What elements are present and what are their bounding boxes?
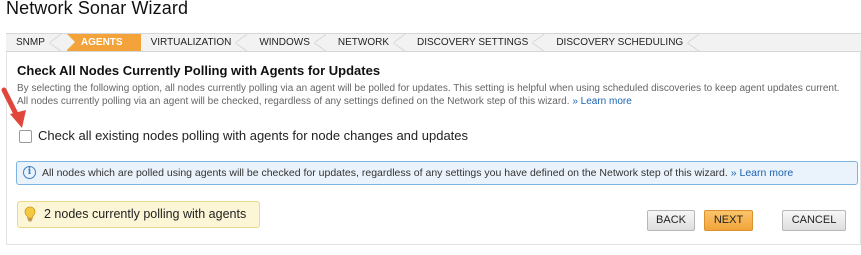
info-learn-more-link[interactable]: » Learn more: [731, 167, 793, 179]
step-virtualization[interactable]: VIRTUALIZATION: [141, 34, 250, 51]
step-discovery-settings[interactable]: DISCOVERY SETTINGS: [407, 34, 546, 51]
info-icon: i: [23, 166, 36, 179]
lightbulb-icon: [24, 206, 36, 222]
info-text: All nodes which are polled using agents …: [42, 167, 728, 179]
section-description: By selecting the following option, all n…: [17, 82, 847, 108]
cancel-button[interactable]: CANCEL: [782, 210, 846, 231]
section-heading: Check All Nodes Currently Polling with A…: [17, 63, 381, 78]
agents-update-checkbox[interactable]: [19, 130, 32, 143]
step-windows[interactable]: WINDOWS: [249, 34, 328, 51]
step-network[interactable]: NETWORK: [328, 34, 407, 51]
nodes-status-text: 2 nodes currently polling with agents: [44, 207, 247, 221]
info-banner: i All nodes which are polled using agent…: [16, 161, 858, 185]
step-discovery-scheduling[interactable]: DISCOVERY SCHEDULING: [546, 34, 701, 51]
checkbox-label[interactable]: Check all existing nodes polling with ag…: [38, 128, 468, 143]
nodes-status-box: 2 nodes currently polling with agents: [17, 201, 260, 228]
red-arrow-annotation-icon: [1, 87, 26, 128]
description-text: By selecting the following option, all n…: [17, 83, 840, 107]
wizard-steps: SNMP AGENTS VIRTUALIZATION WINDOWS NETWO…: [6, 33, 861, 52]
back-button[interactable]: BACK: [647, 210, 695, 231]
step-agents[interactable]: AGENTS: [66, 34, 141, 51]
wizard-title: Network Sonar Wizard: [6, 0, 189, 18]
next-button[interactable]: NEXT: [704, 210, 753, 231]
learn-more-link[interactable]: » Learn more: [572, 96, 631, 107]
step-snmp[interactable]: SNMP: [6, 34, 63, 51]
